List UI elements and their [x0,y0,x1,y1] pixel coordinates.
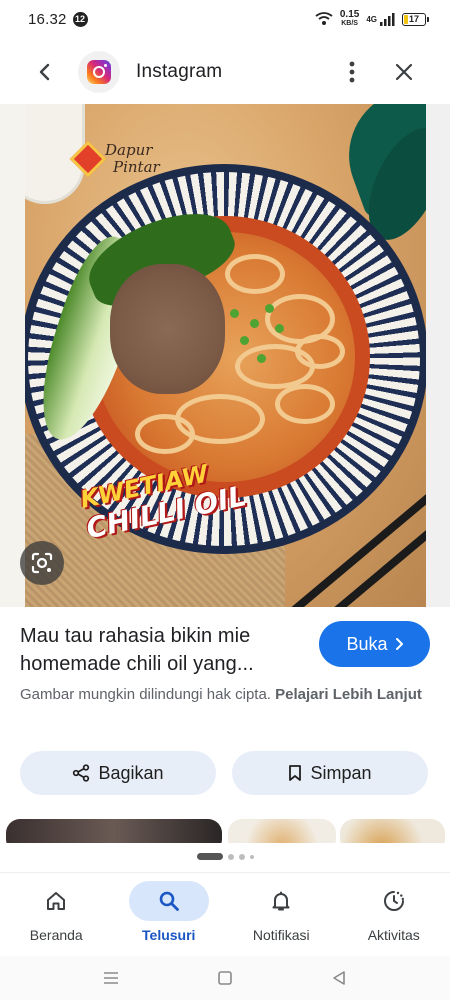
nav-label-aktivitas: Aktivitas [367,927,420,943]
network-type: 4G [366,14,377,24]
share-icon [73,764,90,782]
recent-apps-button[interactable] [99,966,123,990]
network-speed: 0.15 KB/S [340,10,359,28]
menu-icon [104,972,118,984]
square-icon [218,971,232,985]
related-image[interactable] [6,819,222,843]
app-header: Instagram [0,42,450,102]
chevron-left-icon [39,63,50,81]
nav-item-aktivitas[interactable]: Aktivitas [338,873,450,956]
bookmark-icon [289,765,302,781]
related-image[interactable] [340,819,445,843]
result-title[interactable]: Mau tau rahasia bikin mie homemade chili… [20,622,305,678]
lens-icon [31,552,53,574]
speed-unit: KB/S [341,20,358,27]
learn-more-link[interactable]: Pelajari Lebih Lanjut [275,686,422,703]
related-images-strip [0,819,450,843]
page-title: Instagram [136,61,223,82]
close-icon [395,63,413,81]
lens-search-button[interactable] [20,541,64,585]
close-button[interactable] [382,50,426,94]
save-button[interactable]: Simpan [232,751,428,795]
status-icons: 0.15 KB/S 4G 17 [315,10,429,28]
home-button[interactable] [213,966,237,990]
notification-count-badge: 12 [72,11,88,27]
status-bar: 16.32 12 0.15 KB/S 4G 17 [0,0,450,38]
save-label: Simpan [310,762,372,783]
triangle-back-icon [333,971,345,985]
share-label: Bagikan [98,762,164,783]
bell-icon [272,891,290,911]
wifi-hotspot-icon [315,12,333,25]
copyright-text: Gambar mungkin dilindungi hak cipta. [20,686,271,703]
pagination-dots [0,853,450,860]
bottom-navigation: Beranda Telusuri Notifikasi Aktivitas [0,872,450,956]
nav-label-notifikasi: Notifikasi [252,927,310,943]
copyright-notice: Gambar mungkin dilindungi hak cipta. Pel… [20,684,430,706]
share-button[interactable]: Bagikan [20,751,216,795]
home-icon [47,892,66,910]
open-button-label: Buka [346,633,388,654]
more-vertical-icon [349,61,355,83]
minced-meat [110,264,225,394]
nav-item-beranda[interactable]: Beranda [0,873,113,956]
image-preview[interactable]: Dapur Pintar KWETIAW CHILLI OIL [0,104,450,607]
nav-label-beranda: Beranda [29,927,83,943]
nav-label-telusuri: Telusuri [142,927,196,943]
activity-icon [383,891,404,911]
back-button[interactable] [22,50,66,94]
system-back-button[interactable] [327,966,351,990]
nav-item-telusuri[interactable]: Telusuri [113,873,226,956]
instagram-icon [87,60,111,84]
battery-icon: 17 [402,12,429,26]
system-navigation-bar [0,956,450,1000]
battery-level: 17 [408,14,419,24]
speed-value: 0.15 [339,9,360,20]
chevron-right-icon [395,638,403,650]
nav-item-notifikasi[interactable]: Notifikasi [225,873,338,956]
source-logo [78,51,120,93]
search-icon [159,891,179,911]
signal-icon [380,12,395,26]
status-time: 16.32 [28,10,67,28]
open-button[interactable]: Buka [319,621,430,667]
food-photo: Dapur Pintar KWETIAW CHILLI OIL [25,104,426,607]
more-options-button[interactable] [334,50,370,94]
related-image[interactable] [228,819,336,843]
brand-watermark: Dapur Pintar [105,141,160,176]
